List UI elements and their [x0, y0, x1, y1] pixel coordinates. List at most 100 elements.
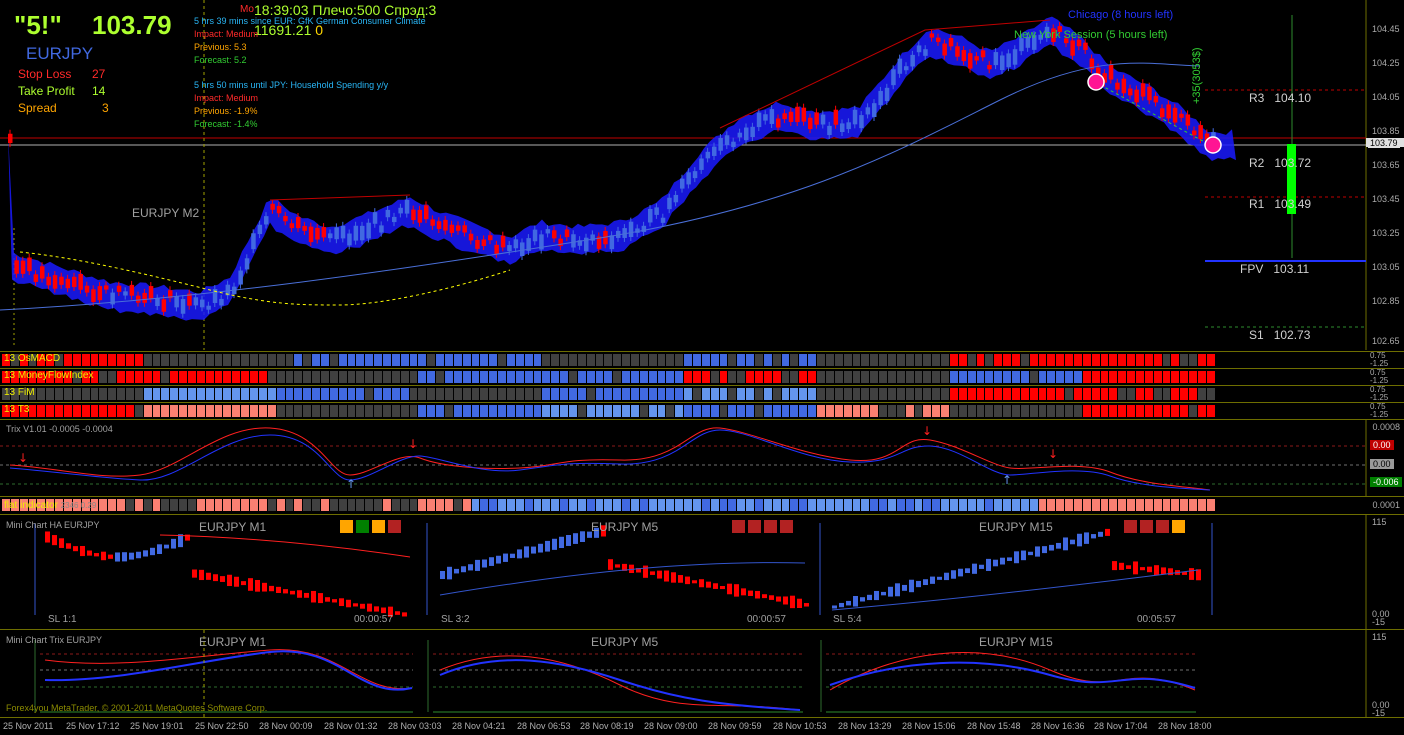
signal-square [1156, 520, 1169, 533]
heat-cell [879, 388, 887, 400]
heat-cell [604, 405, 613, 417]
time-axis[interactable]: 25 Nov 2011 25 Nov 17:12 25 Nov 19:01 25 No… [0, 717, 1404, 735]
signal-square [780, 520, 793, 533]
heat-cell [577, 388, 586, 400]
heat-cell [1100, 405, 1109, 417]
heat-cell [1038, 405, 1047, 417]
heat-cell [312, 388, 320, 400]
heat-cell [631, 354, 639, 366]
heat-cell [356, 354, 365, 366]
mini-chart-ha-panel[interactable]: Mini Chart HA EURJPY EURJPY M1 EURJPY M5… [0, 514, 1404, 629]
heat-cell [498, 388, 506, 400]
heat-cell [843, 405, 852, 417]
flat-cell [1206, 499, 1215, 511]
heat-cell [1011, 405, 1020, 417]
flat-cell [498, 499, 506, 511]
heat-cell [701, 371, 710, 383]
heat-cell [214, 388, 223, 400]
heat-cell [471, 371, 480, 383]
heat-cell [941, 354, 949, 366]
time-axis-tick: 28 Nov 04:21 [452, 721, 506, 731]
heat-cell [1065, 354, 1073, 366]
heat-cell [595, 388, 604, 400]
heat-cell [1109, 388, 1118, 400]
heat-cell [941, 388, 949, 400]
heat-cell [861, 371, 870, 383]
heat-cell [914, 388, 923, 400]
heat-cell [817, 405, 825, 417]
heat-cell [276, 371, 285, 383]
heat-cell [427, 405, 436, 417]
price-scale[interactable]: 104.45 104.25 104.05 103.85 103.79 103.65 103.… [1366, 0, 1404, 350]
flat-cell [453, 499, 462, 511]
heat-cell [941, 405, 949, 417]
heat-cell [285, 388, 294, 400]
heat-cell [1020, 371, 1029, 383]
flat-indicator-panel[interactable]: flat indicator 2346 0.29 0.0001 [0, 496, 1404, 513]
heat-cell [1136, 354, 1144, 366]
heat-bar-label: 13 MoneyFlowIndex [4, 370, 94, 381]
heat-bar-row[interactable]: 13 OsMACD 0.75 -1.25 [0, 351, 1404, 368]
heat-cell [684, 371, 693, 383]
heat-cell [1047, 354, 1056, 366]
heat-cell [329, 354, 338, 366]
trix-label: Trix V1.01 -0.0005 -0.0004 [6, 424, 113, 434]
heat-cell [737, 371, 746, 383]
chart-name-label: EURJPY M2 [132, 206, 200, 220]
heat-cell [506, 371, 515, 383]
heat-cell [1206, 405, 1215, 417]
heat-cell [1153, 371, 1162, 383]
news-title: 5 hrs 50 mins until JPY: Household Spend… [194, 80, 389, 90]
heat-cell [825, 354, 834, 366]
heat-cell [994, 354, 1003, 366]
heat-cell [879, 405, 887, 417]
heat-cell [834, 405, 843, 417]
heat-cell [436, 405, 444, 417]
heat-cell [418, 388, 427, 400]
heat-cell [250, 354, 258, 366]
heat-cell [453, 388, 462, 400]
heat-cell [1056, 371, 1065, 383]
flat-cell [179, 499, 188, 511]
mini-ha-title-1: EURJPY M1 [199, 520, 267, 534]
flat-cell [790, 499, 799, 511]
signal-square [356, 520, 369, 533]
heat-cell [515, 388, 524, 400]
heat-cell [834, 354, 843, 366]
heat-cell [303, 354, 312, 366]
heat-bar-cells [2, 354, 1216, 366]
heat-cell [1073, 405, 1082, 417]
heat-cell [427, 388, 436, 400]
heat-cell [1189, 354, 1198, 366]
heat-cell [480, 354, 489, 366]
heat-bar-row[interactable]: 13 MoneyFlowIndex 0.75 -1.25 [0, 368, 1404, 385]
heat-cell [453, 405, 462, 417]
heat-cell [1198, 405, 1206, 417]
session-chicago: Chicago (8 hours left) [1068, 9, 1174, 21]
signal-square [372, 520, 385, 533]
flat-cell [994, 499, 1003, 511]
heat-bar-row[interactable]: 13 T3 0.75 -1.25 [0, 402, 1404, 419]
heat-cell [214, 405, 223, 417]
symbol-label: EURJPY [26, 44, 94, 63]
heat-cell [648, 354, 657, 366]
flat-cell [834, 499, 843, 511]
heat-cell [205, 405, 214, 417]
flat-cell [356, 499, 365, 511]
heat-cell [976, 405, 985, 417]
heat-cell [329, 371, 338, 383]
main-chart[interactable]: "5!" 103.79 EURJPY Stop Loss 27 Take Pro… [0, 0, 1404, 350]
trix-panel[interactable]: ↓ ↓ ↓ ↓ ↑ ↑ Trix V1.01 -0.0005 -0.0004 0.0008… [0, 419, 1404, 496]
heat-cell [1144, 388, 1153, 400]
heat-cell [1047, 388, 1056, 400]
heat-bar-row[interactable]: 13 FiM 0.75 -1.25 [0, 385, 1404, 402]
flat-cell [329, 499, 338, 511]
heat-cell [294, 354, 303, 366]
pivot-r2: R2 103.72 [1249, 156, 1312, 170]
heat-cell [444, 405, 453, 417]
mini-chart-trix-panel[interactable]: Mini Chart Trix EURJPY EURJPY M1 EURJPY … [0, 629, 1404, 718]
heat-cell [693, 388, 701, 400]
heat-cell [1118, 371, 1127, 383]
heat-cell [1056, 388, 1065, 400]
heat-cell [232, 405, 241, 417]
